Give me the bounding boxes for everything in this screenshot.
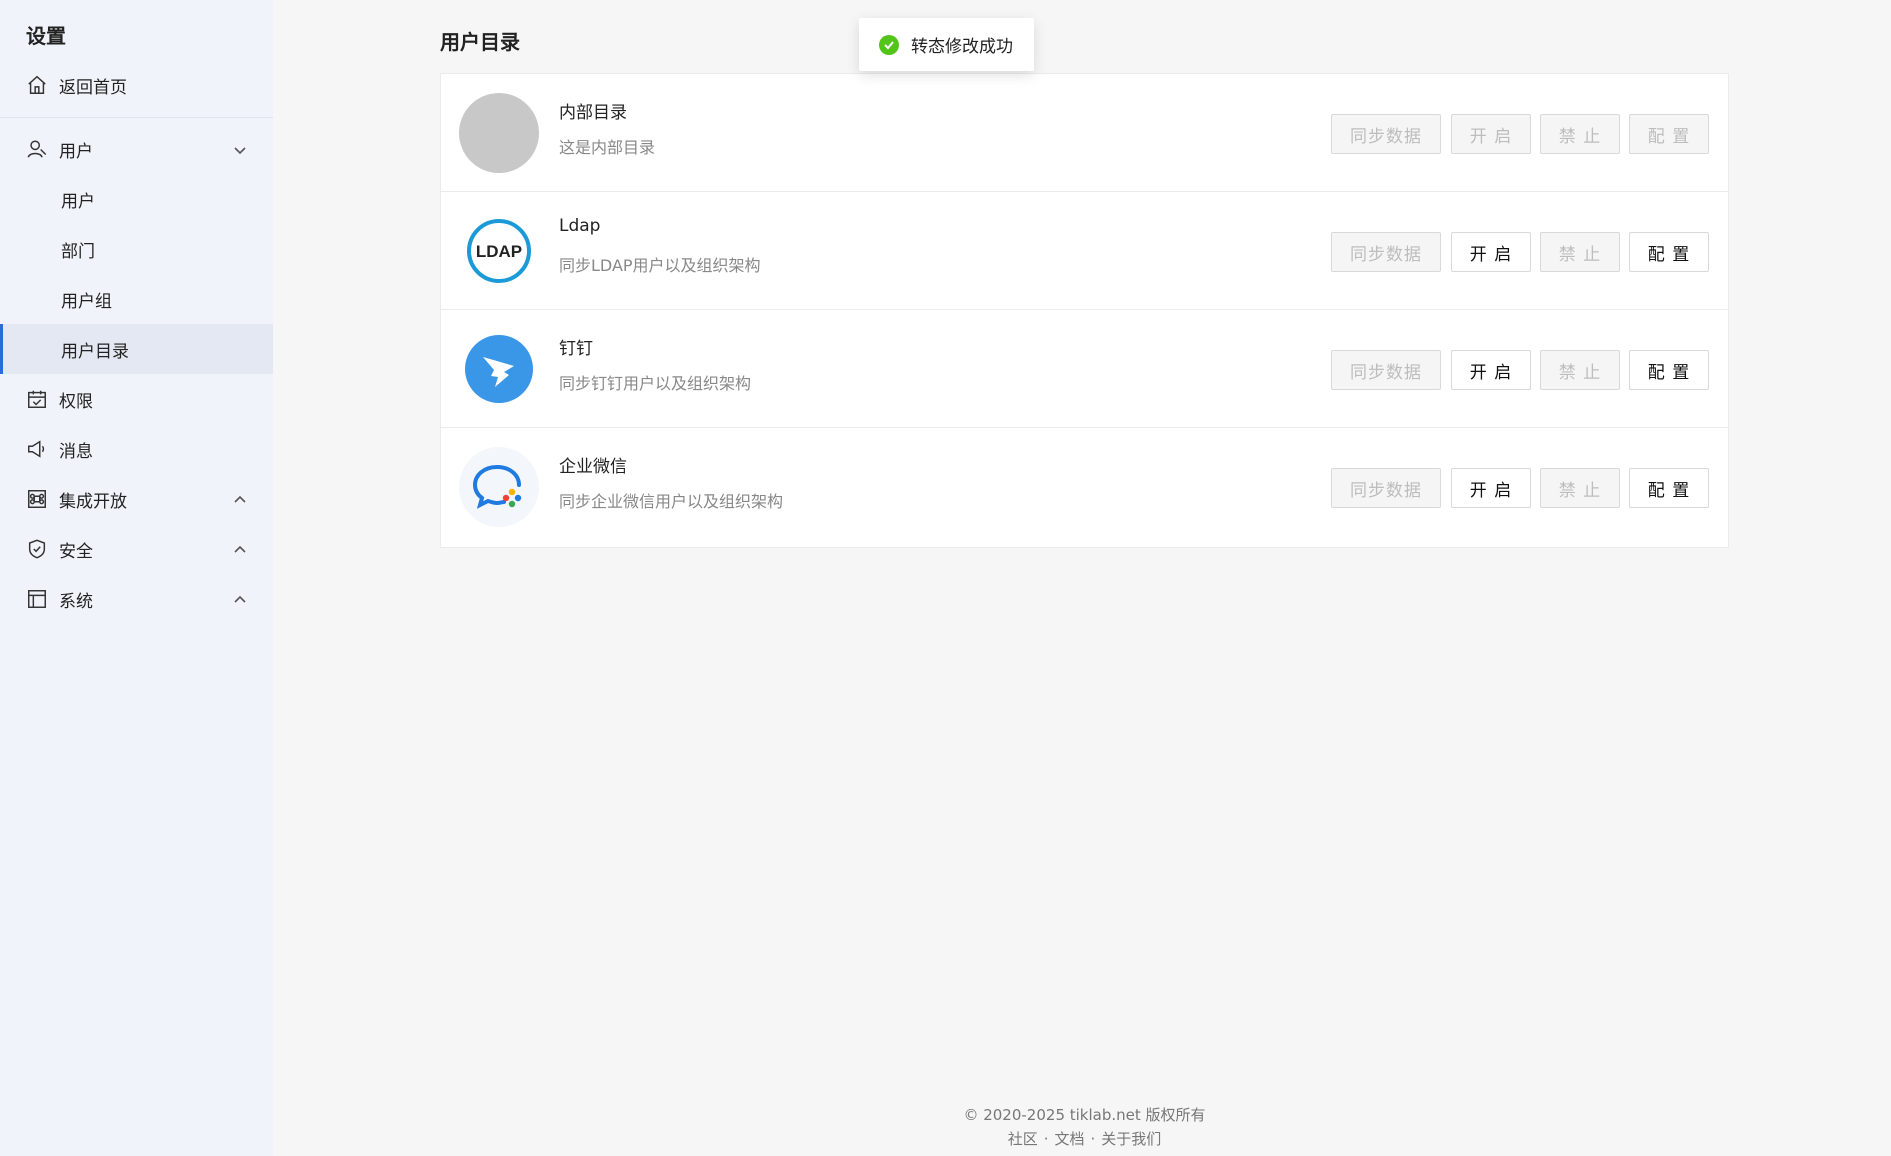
chevron-up-icon[interactable]: [233, 542, 247, 556]
page-title: 用户目录: [440, 30, 520, 54]
sync-data-button[interactable]: 同步数据: [1331, 232, 1441, 272]
sidebar-item-departments[interactable]: 部门: [0, 224, 273, 274]
directory-name: 钉钉: [559, 339, 593, 359]
command-icon: [25, 487, 49, 511]
sync-data-button[interactable]: 同步数据: [1331, 350, 1441, 390]
footer-copyright: © 2020-2025 tiklab.net 版权所有: [963, 1106, 1206, 1124]
footer-link-community[interactable]: 社区: [1008, 1130, 1038, 1148]
sync-data-button[interactable]: 同步数据: [1331, 114, 1441, 154]
sync-data-button[interactable]: 同步数据: [1331, 468, 1441, 508]
layout-icon: [25, 587, 49, 611]
chevron-down-icon[interactable]: [233, 142, 247, 156]
footer-separator: ·: [1090, 1130, 1096, 1148]
sidebar-item-users-group[interactable]: 用户: [0, 124, 273, 174]
disable-button[interactable]: 禁 止: [1540, 350, 1620, 390]
svg-text:LDAP: LDAP: [476, 242, 522, 261]
footer-link-docs[interactable]: 文档: [1054, 1130, 1084, 1148]
chevron-up-icon[interactable]: [233, 492, 247, 506]
directory-name: Ldap: [559, 216, 601, 236]
directory-desc: 同步企业微信用户以及组织架构: [559, 492, 784, 511]
config-button[interactable]: 配 置: [1629, 350, 1709, 390]
wecom-logo: [459, 447, 539, 527]
toast-notification: 转态修改成功: [859, 18, 1034, 71]
check-circle-icon: [879, 34, 899, 55]
sidebar-item-permission[interactable]: 权限: [0, 374, 273, 424]
sidebar-item-users[interactable]: 用户: [0, 174, 273, 224]
directory-desc: 同步LDAP用户以及组织架构: [559, 256, 761, 275]
sidebar-item-label: 返回首页: [59, 77, 127, 98]
dingtalk-logo: [459, 329, 539, 409]
footer-separator: ·: [1043, 1130, 1049, 1148]
sidebar-item-label: 用户: [59, 141, 93, 162]
sidebar-divider: [0, 117, 273, 118]
shield-icon: [25, 537, 49, 561]
config-button[interactable]: 配 置: [1629, 114, 1709, 154]
sidebar-item-label: 消息: [59, 441, 93, 462]
chevron-up-icon[interactable]: [233, 592, 247, 606]
sidebar-item-system[interactable]: 系统: [0, 574, 273, 624]
enable-button[interactable]: 开 启: [1451, 350, 1531, 390]
sidebar-item-message[interactable]: 消息: [0, 424, 273, 474]
enable-button[interactable]: 开 启: [1451, 114, 1531, 154]
config-button[interactable]: 配 置: [1629, 468, 1709, 508]
ldap-logo: LDAP: [459, 211, 539, 291]
disable-button[interactable]: 禁 止: [1540, 114, 1620, 154]
footer-link-about[interactable]: 关于我们: [1101, 1130, 1161, 1148]
sidebar-title: 设置: [26, 24, 66, 48]
directory-row-ldap: LDAP Ldap 同步LDAP用户以及组织架构 同步数据 开 启 禁 止 配 …: [441, 192, 1728, 310]
sidebar-item-label: 安全: [59, 541, 93, 562]
calendar-check-icon: [25, 387, 49, 411]
home-icon: [25, 73, 49, 97]
directory-name: 企业微信: [559, 457, 627, 477]
sidebar-item-home[interactable]: 返回首页: [0, 60, 273, 110]
enable-button[interactable]: 开 启: [1451, 468, 1531, 508]
directory-row-dingtalk: 钉钉 同步钉钉用户以及组织架构 同步数据 开 启 禁 止 配 置: [441, 310, 1728, 428]
enable-button[interactable]: 开 启: [1451, 232, 1531, 272]
sidebar: 设置 返回首页 用户 用户 部门 用户组 用户目录 权限 消息 集成开放 安全 …: [0, 0, 273, 1156]
sidebar-item-label: 权限: [59, 391, 93, 412]
sidebar-item-label: 集成开放: [59, 491, 127, 512]
user-icon: [25, 137, 49, 161]
disable-button[interactable]: 禁 止: [1540, 232, 1620, 272]
sidebar-item-user-groups[interactable]: 用户组: [0, 274, 273, 324]
toast-message: 转态修改成功: [911, 37, 1013, 57]
config-button[interactable]: 配 置: [1629, 232, 1709, 272]
directory-list: 内部目录 这是内部目录 同步数据 开 启 禁 止 配 置 LDAP Ldap 同…: [440, 73, 1729, 548]
directory-name: 内部目录: [559, 103, 627, 123]
directory-row-internal: 内部目录 这是内部目录 同步数据 开 启 禁 止 配 置: [441, 74, 1728, 192]
disable-button[interactable]: 禁 止: [1540, 468, 1620, 508]
internal-directory-logo: [459, 93, 539, 173]
sidebar-item-security[interactable]: 安全: [0, 524, 273, 574]
megaphone-icon: [25, 437, 49, 461]
sidebar-item-user-directory[interactable]: 用户目录: [0, 324, 273, 374]
sidebar-item-integration[interactable]: 集成开放: [0, 474, 273, 524]
directory-row-wecom: 企业微信 同步企业微信用户以及组织架构 同步数据 开 启 禁 止 配 置: [441, 428, 1728, 546]
sidebar-item-label: 系统: [59, 591, 93, 612]
footer-links: 社区 · 文档 · 关于我们: [440, 1128, 1729, 1149]
directory-desc: 同步钉钉用户以及组织架构: [559, 374, 752, 393]
directory-desc: 这是内部目录: [559, 138, 656, 157]
